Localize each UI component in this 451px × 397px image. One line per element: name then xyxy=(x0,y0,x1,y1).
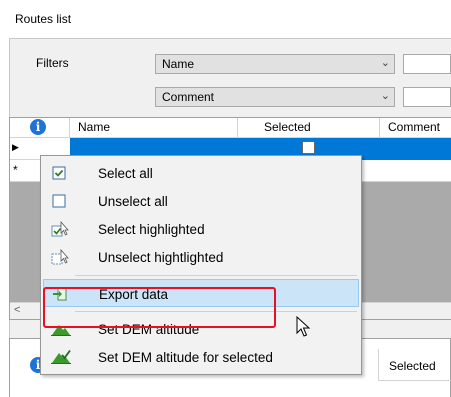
filter-field-value: Name xyxy=(162,57,195,71)
grid-header: i Name Selected Comment xyxy=(10,118,451,138)
mouse-cursor-icon xyxy=(296,315,312,341)
selected-checkbox[interactable] xyxy=(302,141,315,154)
menu-item-label: Select highlighted xyxy=(98,222,205,237)
context-menu: Select all Unselect all Select highlight… xyxy=(40,155,362,375)
current-row-icon: ▶ xyxy=(12,142,19,152)
chevron-down-icon: ⌄ xyxy=(380,57,390,69)
menu-item-label: Select all xyxy=(98,166,153,181)
menu-item-label: Unselect hightlighted xyxy=(98,250,224,265)
checkbox-checked-icon xyxy=(51,165,67,181)
filter-value-input-2[interactable] xyxy=(403,87,451,107)
info-header-cell: i xyxy=(10,118,70,137)
menu-item-label: Set DEM altitude for selected xyxy=(98,350,273,365)
filter-field-combo-1[interactable]: Name ⌄ xyxy=(155,54,395,74)
mountain-check-icon xyxy=(51,349,71,365)
column-header-comment[interactable]: Comment xyxy=(380,118,451,137)
menu-separator xyxy=(75,275,357,276)
window-title: Routes list xyxy=(15,12,72,26)
checkbox-unchecked-icon xyxy=(51,193,67,209)
column-header-selected[interactable]: Selected xyxy=(238,118,380,137)
menu-item-set-dem-altitude-selected[interactable]: Set DEM altitude for selected xyxy=(43,343,359,371)
menu-item-select-highlighted[interactable]: Select highlighted xyxy=(43,215,359,243)
menu-item-unselect-highlighted[interactable]: Unselect hightlighted xyxy=(43,243,359,271)
scroll-left-icon[interactable]: < xyxy=(14,304,20,316)
filter-field-value: Comment xyxy=(162,90,215,104)
select-highlighted-icon xyxy=(51,220,69,237)
highlight-annotation-box xyxy=(43,287,276,328)
column-header-selected-2[interactable]: Selected xyxy=(378,349,451,381)
chevron-down-icon: ⌄ xyxy=(380,90,390,102)
filter-field-combo-2[interactable]: Comment ⌄ xyxy=(155,87,395,107)
filter-value-input-1[interactable] xyxy=(403,54,451,74)
info-icon: i xyxy=(30,119,46,135)
filters-label: Filters xyxy=(36,56,69,70)
menu-item-select-all[interactable]: Select all xyxy=(43,159,359,187)
column-header-name[interactable]: Name xyxy=(70,118,238,137)
menu-item-unselect-all[interactable]: Unselect all xyxy=(43,187,359,215)
new-row-icon: * xyxy=(13,163,18,177)
unselect-highlighted-icon xyxy=(51,248,69,265)
menu-item-label: Unselect all xyxy=(98,194,168,209)
